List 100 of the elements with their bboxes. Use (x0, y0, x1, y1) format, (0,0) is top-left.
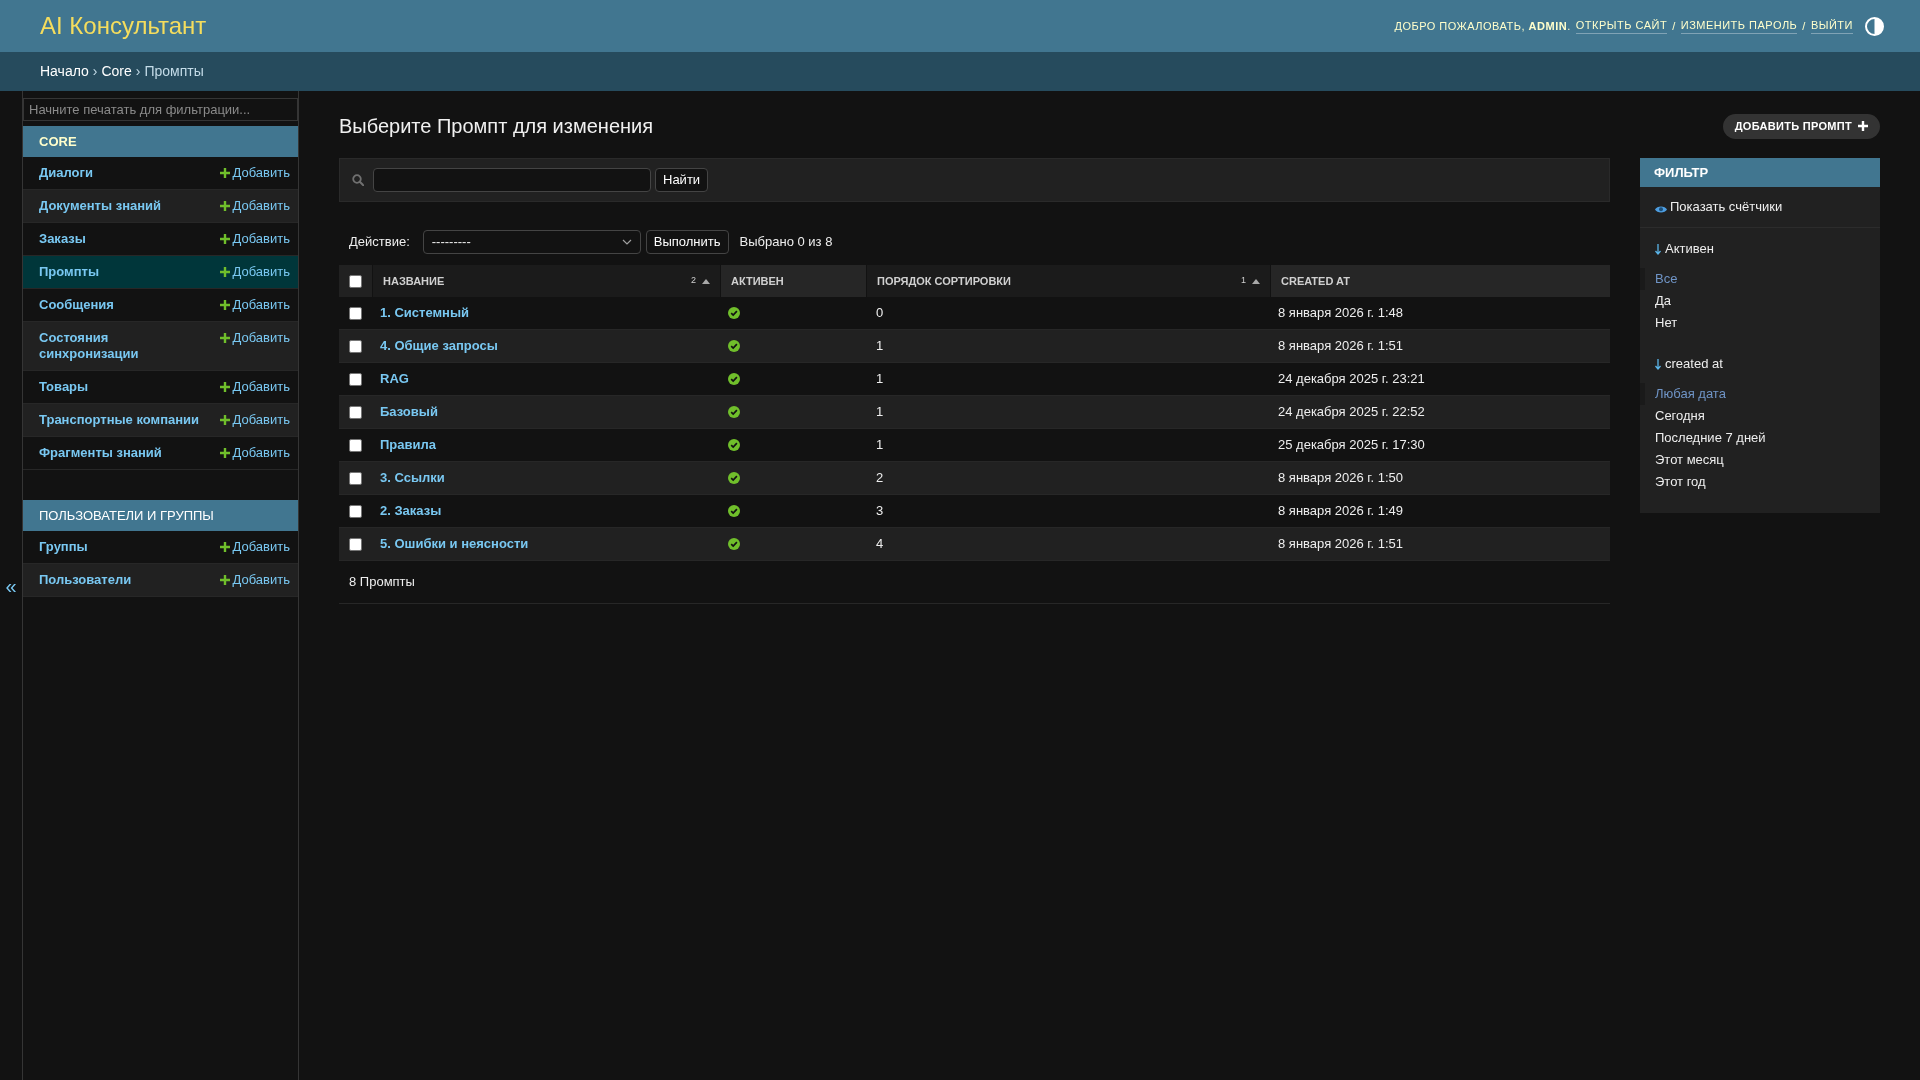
plus-icon (219, 542, 230, 552)
filter-group-toggle[interactable]: Активен (1640, 238, 1880, 260)
sidebar-link[interactable]: Заказы (39, 231, 206, 247)
sidebar-link[interactable]: Промпты (39, 264, 206, 280)
breadcrumb-link[interactable]: Начало (40, 61, 89, 82)
table-cell: 4 (876, 536, 884, 552)
filter-option[interactable]: Этот год (1640, 471, 1880, 493)
sidebar-link[interactable]: Сообщения (39, 297, 206, 313)
contrast-icon[interactable] (1865, 16, 1884, 36)
plus-icon (219, 267, 230, 277)
add-link[interactable]: Добавить (219, 264, 290, 280)
user-tool-link[interactable]: ВЫЙТИ (1810, 18, 1853, 34)
arrow-down-icon (1655, 243, 1661, 255)
plus-icon (219, 382, 230, 392)
add-link[interactable]: Добавить (219, 198, 290, 214)
checkbox[interactable] (349, 306, 362, 320)
table-cell: 8 января 2026 г. 1:51 (1278, 536, 1403, 552)
filter-option[interactable]: Да (1640, 290, 1880, 312)
breadcrumb-current: Промпты (144, 62, 204, 81)
selection-counter: Выбрано 0 из 8 (739, 233, 833, 252)
plus-icon (219, 234, 230, 244)
sidebar-link[interactable]: Документы знаний (39, 198, 206, 214)
plus-icon (219, 201, 230, 211)
column-sort-link[interactable]: АКТИВЕН (731, 272, 784, 290)
table-cell: 8 января 2026 г. 1:50 (1278, 470, 1403, 486)
module-header[interactable]: CORE (23, 126, 298, 157)
result-count: 8 Промпты (349, 573, 415, 592)
module-header[interactable]: ПОЛЬЗОВАТЕЛИ И ГРУППЫ (23, 500, 298, 531)
filter-option[interactable]: Любая дата (1640, 383, 1880, 405)
add-link[interactable]: Добавить (219, 572, 290, 588)
add-prompt-button[interactable]: ДОБАВИТЬ ПРОМПТ (1722, 113, 1880, 139)
sidebar-link[interactable]: Диалоги (39, 165, 206, 181)
eye-icon (1655, 204, 1667, 214)
column-sort-link[interactable]: ПОРЯДОК СОРТИРОВКИ (877, 272, 1011, 290)
checkbox[interactable] (349, 274, 362, 288)
table-cell: 8 января 2026 г. 1:49 (1278, 503, 1403, 519)
user-tool-link[interactable]: ИЗМЕНИТЬ ПАРОЛЬ (1680, 18, 1798, 34)
add-link[interactable]: Добавить (219, 330, 290, 346)
user-tool-link[interactable]: ОТКРЫТЬ САЙТ (1575, 18, 1668, 34)
filter-group-toggle[interactable]: created at (1640, 353, 1880, 375)
add-link[interactable]: Добавить (219, 539, 290, 555)
table-cell: 25 декабря 2025 г. 17:30 (1278, 437, 1425, 453)
add-link[interactable]: Добавить (219, 165, 290, 181)
sidebar-link[interactable]: Фрагменты знаний (39, 445, 206, 461)
sort-priority: 2 (691, 274, 696, 288)
plus-icon (219, 448, 230, 458)
checkbox[interactable] (349, 504, 362, 518)
search-field[interactable] (373, 168, 651, 192)
action-select[interactable]: --------- (422, 230, 641, 254)
filter-option[interactable]: Все (1640, 268, 1880, 290)
table-cell: 1 (876, 437, 884, 453)
checkbox[interactable] (349, 537, 362, 551)
prompt-link[interactable]: 5. Ошибки и неясности (380, 536, 529, 552)
column-sort-link[interactable]: НАЗВАНИЕ (383, 272, 445, 290)
sort-up-icon (1252, 278, 1260, 284)
table-cell: 2 (876, 470, 884, 486)
prompt-link[interactable]: RAG (380, 371, 409, 387)
breadcrumb-link[interactable]: Core (101, 61, 132, 82)
site-title[interactable]: AI Консультант (40, 14, 207, 38)
plus-icon (1858, 121, 1868, 131)
filter-option[interactable]: Последние 7 дней (1640, 427, 1880, 449)
add-link[interactable]: Добавить (219, 379, 290, 395)
sidebar-link[interactable]: Пользователи (39, 572, 206, 588)
checkbox[interactable] (349, 405, 362, 419)
show-counts-link[interactable]: Показать счётчики (1655, 197, 1783, 217)
prompt-link[interactable]: Правила (380, 437, 436, 453)
sidebar-link[interactable]: Группы (39, 539, 206, 555)
prompt-link[interactable]: 3. Ссылки (380, 470, 445, 486)
column-sort-link[interactable]: CREATED AT (1281, 272, 1350, 290)
sidebar-toggle-button[interactable]: « (5, 575, 17, 596)
checkbox[interactable] (349, 372, 362, 386)
add-link[interactable]: Добавить (219, 231, 290, 247)
table-cell: 24 декабря 2025 г. 23:21 (1278, 371, 1425, 387)
prompt-link[interactable]: 1. Системный (380, 305, 470, 321)
add-link[interactable]: Добавить (219, 297, 290, 313)
search-button[interactable]: Найти (655, 168, 709, 192)
checkbox[interactable] (349, 438, 362, 452)
table-cell: 1 (876, 338, 884, 354)
filter-option[interactable]: Сегодня (1640, 405, 1880, 427)
table-cell: 24 декабря 2025 г. 22:52 (1278, 404, 1425, 420)
sidebar-filter-field[interactable]: Начните печатать для фильтрации... (23, 98, 298, 121)
checkbox[interactable] (349, 471, 362, 485)
filter-option[interactable]: Этот месяц (1640, 449, 1880, 471)
prompt-link[interactable]: Базовый (380, 404, 438, 420)
separator-text: / (1672, 18, 1676, 34)
chevron-down-icon (621, 239, 632, 245)
prompt-link[interactable]: 4. Общие запросы (380, 338, 498, 354)
breadcrumb-separator: › (135, 62, 141, 81)
sidebar-link[interactable]: Состояния синхронизации (39, 330, 206, 362)
prompt-link[interactable]: 2. Заказы (380, 503, 442, 519)
sort-up-icon (702, 278, 710, 284)
checkbox[interactable] (349, 339, 362, 353)
add-link[interactable]: Добавить (219, 445, 290, 461)
filter-option[interactable]: Нет (1640, 312, 1880, 334)
sidebar-link[interactable]: Транспортные компании (39, 412, 206, 428)
plus-icon (219, 575, 230, 585)
run-action-button[interactable]: Выполнить (645, 230, 729, 254)
add-link[interactable]: Добавить (219, 412, 290, 428)
sidebar-link[interactable]: Товары (39, 379, 206, 395)
arrow-down-icon (1655, 358, 1661, 370)
